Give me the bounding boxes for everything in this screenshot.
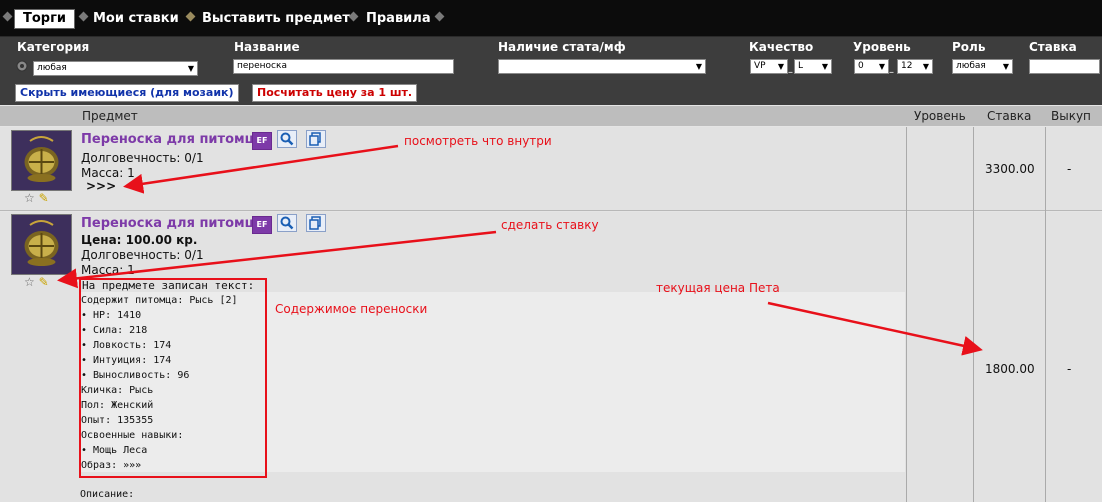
tab-separator-icon	[348, 11, 359, 22]
tab-separator-icon	[434, 11, 445, 22]
pet-carrier-icon	[12, 131, 71, 190]
name-input[interactable]: переноска	[233, 59, 454, 74]
col-header-item: Предмет	[82, 109, 138, 123]
tab-separator-icon	[185, 11, 196, 22]
star-icon[interactable]: ☆	[24, 191, 35, 205]
level-from-value: 0	[858, 61, 864, 71]
item-mass: Масса: 1	[81, 166, 135, 180]
role-select[interactable]: любая ▼	[952, 59, 1013, 74]
category-label: Категория	[17, 40, 90, 54]
item-name[interactable]: Переноска для питомца	[81, 216, 263, 231]
item-description-label: Описание:	[80, 489, 135, 500]
item-mass: Масса: 1	[81, 263, 135, 277]
chevron-down-icon: ▼	[922, 62, 929, 71]
level-to-value: 12	[901, 61, 913, 71]
item-image[interactable]	[11, 130, 72, 191]
annotation-contents: Содержимое переноски	[275, 302, 428, 316]
annotation-make-bid: сделать ставку	[501, 218, 599, 232]
chevron-down-icon: ▼	[821, 62, 828, 71]
annotation-current-price: текущая цена Пета	[656, 281, 780, 295]
column-divider	[1045, 127, 1046, 502]
pencil-icon[interactable]: ✎	[39, 191, 49, 205]
category-gear-icon	[16, 60, 28, 72]
quality-to-value: L	[798, 61, 804, 71]
col-header-buyout: Выкуп	[1051, 109, 1091, 123]
range-dash: –	[788, 67, 793, 78]
item-durability: Долговечность: 0/1	[81, 151, 204, 165]
tab-my-bids[interactable]: Мои ставки	[93, 10, 179, 28]
level-from-select[interactable]: 0 ▼	[854, 59, 889, 74]
item-durability: Долговечность: 0/1	[81, 248, 204, 262]
pencil-icon[interactable]: ✎	[39, 275, 49, 289]
annotation-box	[79, 278, 267, 478]
magnifier-icon[interactable]	[277, 214, 297, 232]
chevron-down-icon: ▼	[695, 62, 702, 71]
col-header-bid: Ставка	[987, 109, 1032, 123]
copy-icon[interactable]	[306, 214, 326, 232]
bid-input[interactable]	[1029, 59, 1100, 74]
quality-to-select[interactable]: L ▼	[794, 59, 832, 74]
stat-select[interactable]: ▼	[498, 59, 706, 74]
level-to-select[interactable]: 12 ▼	[897, 59, 933, 74]
category-select[interactable]: любая ▼	[33, 61, 198, 76]
column-divider	[906, 127, 907, 502]
item-price: Цена: 100.00 кр.	[81, 233, 198, 247]
ef-badge: EF	[252, 216, 272, 234]
tab-auctions[interactable]: Торги	[14, 9, 76, 29]
annotation-look-inside: посмотреть что внутри	[404, 134, 552, 148]
copy-icon[interactable]	[306, 130, 326, 148]
expand-link[interactable]: >>>	[86, 179, 116, 193]
item-image[interactable]	[11, 214, 72, 275]
tab-separator-icon	[2, 11, 13, 22]
name-label: Название	[234, 40, 300, 54]
col-header-level: Уровень	[914, 109, 966, 123]
star-icon[interactable]: ☆	[24, 275, 35, 289]
range-dash: –	[889, 67, 894, 78]
item-name[interactable]: Переноска для питомца	[81, 132, 263, 147]
tab-rules[interactable]: Правила	[366, 10, 431, 28]
item-buyout: -	[1067, 362, 1072, 376]
quality-label: Качество	[749, 40, 814, 54]
column-divider	[973, 127, 974, 502]
chevron-down-icon: ▼	[878, 62, 885, 71]
item-buyout: -	[1067, 162, 1072, 176]
ef-badge: EF	[252, 132, 272, 150]
tab-separator-icon	[78, 11, 89, 22]
hide-owned-button[interactable]: Скрыть имеющиеся (для мозаик)	[15, 84, 239, 102]
item-bid: 3300.00	[985, 162, 1035, 176]
bid-label: Ставка	[1029, 40, 1077, 54]
pet-carrier-icon	[12, 215, 71, 274]
item-bid: 1800.00	[985, 362, 1035, 376]
quality-from-select[interactable]: VP ▼	[750, 59, 788, 74]
chevron-down-icon: ▼	[1002, 62, 1009, 71]
quality-from-value: VP	[754, 61, 766, 71]
top-tab-bar: Торги Мои ставки Выставить предмет Прави…	[0, 0, 1102, 37]
calc-unit-price-button[interactable]: Посчитать цену за 1 шт.	[252, 84, 418, 102]
chevron-down-icon: ▼	[187, 64, 194, 73]
tab-list-item[interactable]: Выставить предмет	[202, 10, 350, 28]
filter-bar: Категория любая ▼ Название переноска Нал…	[0, 37, 1102, 105]
chevron-down-icon: ▼	[777, 62, 784, 71]
magnifier-icon[interactable]	[277, 130, 297, 148]
category-value: любая	[37, 63, 67, 73]
level-label: Уровень	[853, 40, 911, 54]
role-value: любая	[956, 61, 986, 71]
stat-label: Наличие стата/мф	[498, 40, 626, 54]
role-label: Роль	[952, 40, 986, 54]
table-header: Предмет Уровень Ставка Выкуп	[0, 106, 1102, 126]
